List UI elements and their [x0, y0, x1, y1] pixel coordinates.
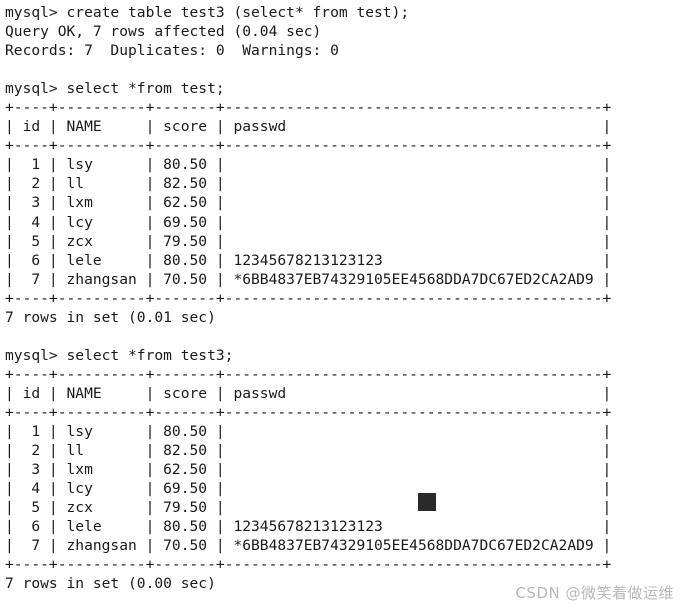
table-separator: +----+----------+-------+---------------… [5, 137, 612, 155]
terminal-line: mysql> select *from test; [5, 80, 225, 98]
table-row: | 3 | lxm | 62.50 | | [5, 461, 612, 479]
table-row: | 6 | lele | 80.50 | 12345678213123123 | [5, 518, 612, 536]
table-row: | 4 | lcy | 69.50 | | [5, 213, 612, 231]
table-row: | 1 | lsy | 80.50 | | [5, 156, 612, 174]
table-header-row: | id | NAME | score | passwd | [5, 118, 612, 136]
table-row: | 4 | lcy | 69.50 | | [5, 480, 612, 498]
table-row: | 5 | zcx | 79.50 | | [5, 232, 612, 250]
table-separator: +----+----------+-------+---------------… [5, 556, 612, 574]
table-row: | 1 | lsy | 80.50 | | [5, 423, 612, 441]
table-separator: +----+----------+-------+---------------… [5, 365, 612, 383]
table-separator: +----+----------+-------+---------------… [5, 99, 612, 117]
table-row: | 7 | zhangsan | 70.50 | *6BB4837EB74329… [5, 270, 612, 288]
text-cursor-block [418, 493, 436, 511]
table-separator: +----+----------+-------+---------------… [5, 403, 612, 421]
table-row: | 2 | ll | 82.50 | | [5, 442, 612, 460]
result-footer: 7 rows in set (0.01 sec) [5, 308, 216, 326]
terminal-line: mysql> select *from test3; [5, 346, 234, 364]
terminal-line: Query OK, 7 rows affected (0.04 sec) [5, 23, 322, 41]
table-row: | 7 | zhangsan | 70.50 | *6BB4837EB74329… [5, 537, 612, 555]
table-row: | 3 | lxm | 62.50 | | [5, 194, 612, 212]
table-row: | 2 | ll | 82.50 | | [5, 175, 612, 193]
table-header-row: | id | NAME | score | passwd | [5, 384, 612, 402]
csdn-watermark: CSDN @微笑着做运维 [515, 584, 674, 602]
terminal-line: mysql> create table test3 (select* from … [5, 4, 410, 21]
terminal-line: Records: 7 Duplicates: 0 Warnings: 0 [5, 42, 339, 60]
terminal-output-area[interactable]: mysql> create table test3 (select* from … [0, 0, 682, 609]
table-row: | 5 | zcx | 79.50 | | [5, 499, 612, 517]
table-separator: +----+----------+-------+---------------… [5, 289, 612, 307]
table-row: | 6 | lele | 80.50 | 12345678213123123 | [5, 251, 612, 269]
